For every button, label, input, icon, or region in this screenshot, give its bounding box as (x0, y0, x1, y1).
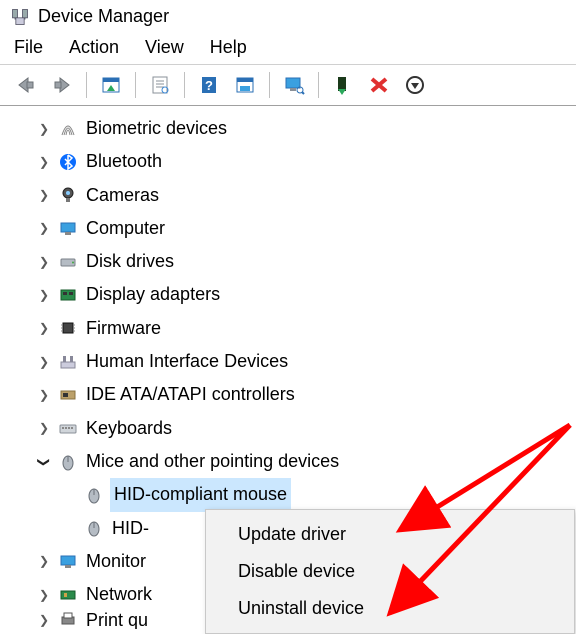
collapsed-chevron-icon[interactable]: ❯ (36, 384, 52, 406)
menu-item-update-driver[interactable]: Update driver (206, 516, 574, 553)
collapsed-chevron-icon[interactable]: ❯ (36, 317, 52, 339)
disk-icon (58, 252, 78, 272)
tree-label: Mice and other pointing devices (84, 445, 341, 478)
tree-label: Print qu (84, 611, 150, 629)
toolbar-separator (269, 72, 270, 98)
tree-label: Disk drives (84, 245, 176, 278)
toolbar-properties-button[interactable] (144, 71, 176, 99)
tree-item-cameras[interactable]: ❯ Cameras (12, 179, 576, 212)
toolbar-forward-button[interactable] (46, 71, 78, 99)
tree-label: IDE ATA/ATAPI controllers (84, 378, 297, 411)
camera-icon (58, 185, 78, 205)
toolbar-remove-button[interactable] (363, 71, 395, 99)
tree-item-mice[interactable]: ❯ Mice and other pointing devices (12, 445, 576, 478)
collapsed-chevron-icon[interactable]: ❯ (36, 118, 52, 140)
toolbar-separator (184, 72, 185, 98)
collapsed-chevron-icon[interactable]: ❯ (36, 251, 52, 273)
collapsed-chevron-icon[interactable]: ❯ (36, 151, 52, 173)
mouse-icon (84, 518, 104, 538)
collapsed-chevron-icon[interactable]: ❯ (36, 584, 52, 606)
toolbar-enable-device-button[interactable] (327, 71, 359, 99)
tree-label: Cameras (84, 179, 161, 212)
toolbar-scan-button[interactable] (229, 71, 261, 99)
tree-label: Biometric devices (84, 112, 229, 145)
mouse-icon (84, 485, 104, 505)
toolbar-separator (135, 72, 136, 98)
collapsed-chevron-icon[interactable]: ❯ (36, 284, 52, 306)
network-icon (58, 585, 78, 605)
display-adapter-icon (58, 285, 78, 305)
toolbar-show-hidden-button[interactable] (95, 71, 127, 99)
tree-item-display-adapters[interactable]: ❯ Display adapters (12, 278, 576, 311)
tree-item-disk-drives[interactable]: ❯ Disk drives (12, 245, 576, 278)
menu-file[interactable]: File (14, 37, 43, 58)
menu-view[interactable]: View (145, 37, 184, 58)
toolbar-help-button[interactable]: ? (193, 71, 225, 99)
tree-item-hid-mouse-1[interactable]: HID-compliant mouse (12, 478, 576, 511)
printer-icon (58, 611, 78, 629)
firmware-icon (58, 318, 78, 338)
mouse-icon (58, 452, 78, 472)
menu-action[interactable]: Action (69, 37, 119, 58)
tree-label: Keyboards (84, 412, 174, 445)
menu-item-uninstall-device[interactable]: Uninstall device (206, 590, 574, 627)
computer-icon (58, 219, 78, 239)
tree-label: Firmware (84, 312, 163, 345)
toolbar-separator (86, 72, 87, 98)
collapsed-chevron-icon[interactable]: ❯ (36, 611, 52, 629)
hid-icon (58, 352, 78, 372)
tree-label: Network (84, 578, 154, 611)
collapsed-chevron-icon[interactable]: ❯ (36, 550, 52, 572)
tree-item-biometric[interactable]: ❯ Biometric devices (12, 112, 576, 145)
menubar: File Action View Help (0, 31, 576, 65)
toolbar-back-button[interactable] (10, 71, 42, 99)
keyboard-icon (58, 418, 78, 438)
menu-help[interactable]: Help (210, 37, 247, 58)
collapsed-chevron-icon[interactable]: ❯ (36, 184, 52, 206)
fingerprint-icon (58, 119, 78, 139)
context-menu: Update driver Disable device Uninstall d… (205, 509, 575, 634)
window-title: Device Manager (38, 6, 169, 27)
tree-item-ide[interactable]: ❯ IDE ATA/ATAPI controllers (12, 378, 576, 411)
tree-label: Monitor (84, 545, 148, 578)
tree-item-firmware[interactable]: ❯ Firmware (12, 312, 576, 345)
expanded-chevron-icon[interactable]: ❯ (33, 454, 55, 470)
tree-label: Human Interface Devices (84, 345, 290, 378)
collapsed-chevron-icon[interactable]: ❯ (36, 217, 52, 239)
toolbar-update-driver-button[interactable] (278, 71, 310, 99)
app-icon (10, 7, 30, 27)
tree-item-keyboards[interactable]: ❯ Keyboards (12, 412, 576, 445)
tree-item-hid[interactable]: ❯ Human Interface Devices (12, 345, 576, 378)
toolbar-separator (318, 72, 319, 98)
tree-label: Bluetooth (84, 145, 164, 178)
toolbar: ? (0, 65, 576, 106)
menu-item-disable-device[interactable]: Disable device (206, 553, 574, 590)
svg-text:?: ? (205, 78, 213, 93)
collapsed-chevron-icon[interactable]: ❯ (36, 417, 52, 439)
toolbar-uninstall-button[interactable] (399, 71, 431, 99)
bluetooth-icon (58, 152, 78, 172)
ide-icon (58, 385, 78, 405)
window-titlebar: Device Manager (0, 0, 576, 31)
monitor-icon (58, 552, 78, 572)
tree-label: Computer (84, 212, 167, 245)
collapsed-chevron-icon[interactable]: ❯ (36, 351, 52, 373)
tree-label: Display adapters (84, 278, 222, 311)
tree-label: HID-compliant mouse (110, 478, 291, 511)
tree-label: HID- (110, 512, 151, 545)
tree-item-computer[interactable]: ❯ Computer (12, 212, 576, 245)
tree-item-bluetooth[interactable]: ❯ Bluetooth (12, 145, 576, 178)
